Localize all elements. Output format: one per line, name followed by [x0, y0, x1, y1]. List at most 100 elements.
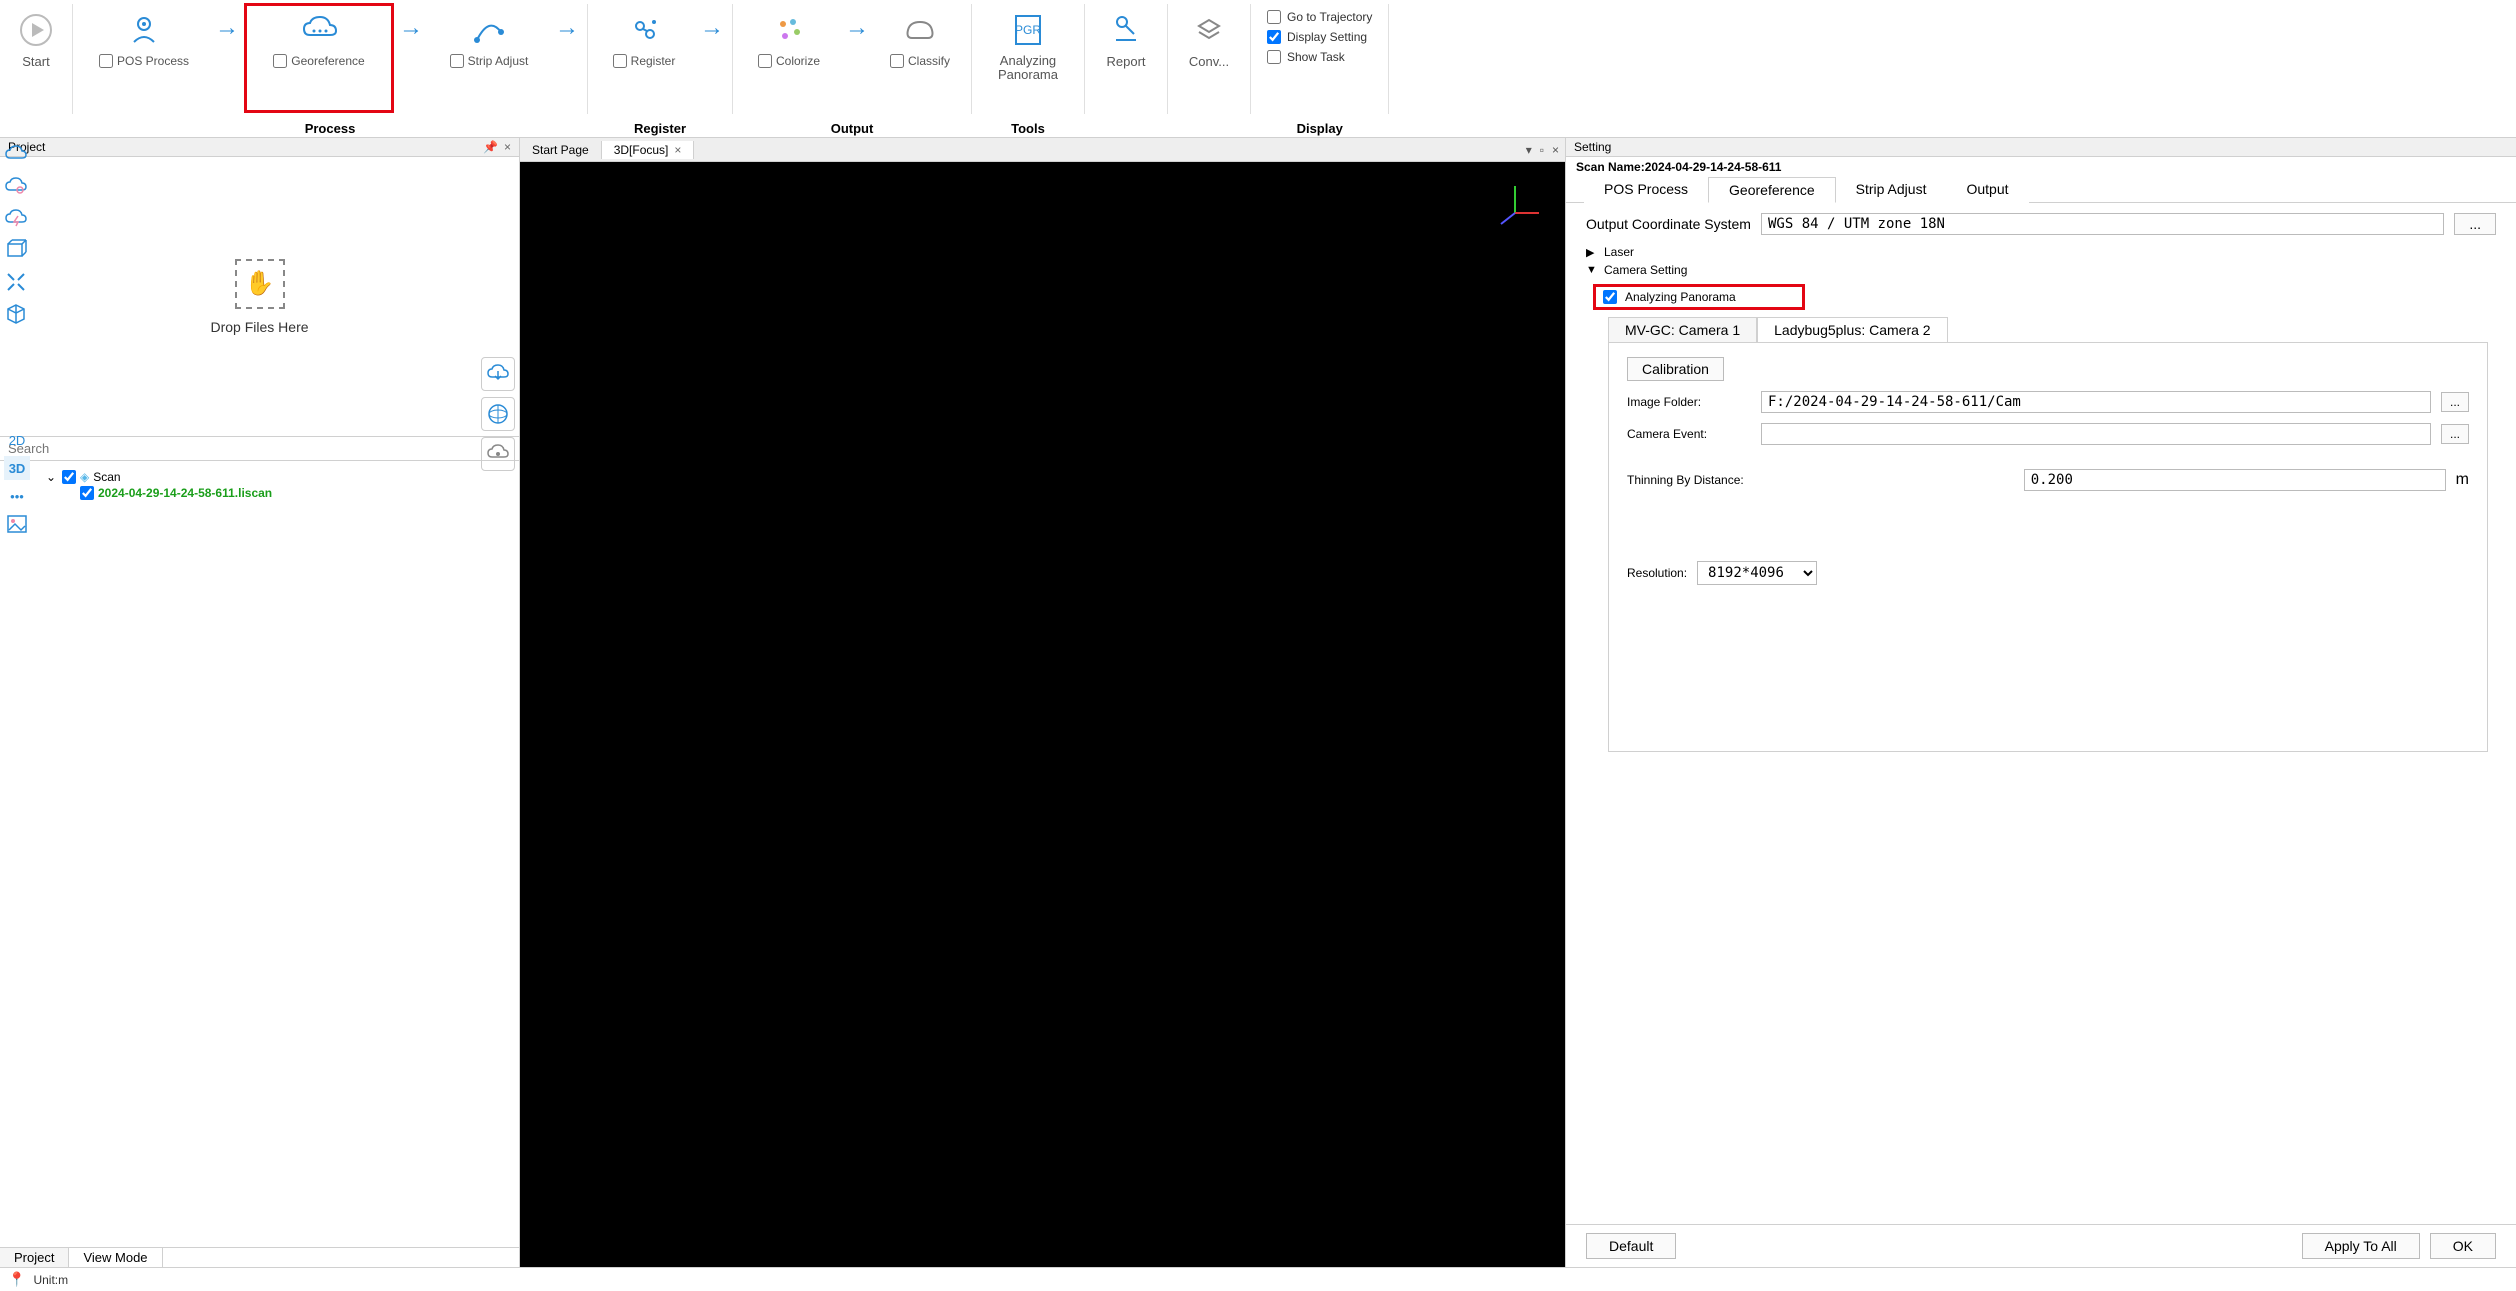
calibration-button[interactable]: Calibration	[1627, 357, 1724, 381]
resolution-select[interactable]: 8192*4096	[1697, 561, 1817, 585]
tab-georeference[interactable]: Georeference	[1708, 177, 1836, 203]
laser-toggle[interactable]: ▶Laser	[1586, 245, 2496, 259]
go-to-trajectory-option[interactable]: Go to Trajectory	[1267, 10, 1372, 24]
ocs-browse-button[interactable]: ...	[2454, 213, 2496, 235]
settings-body: Output Coordinate System ... ▶Laser ▼Cam…	[1566, 203, 2516, 1224]
curve-adjust-icon	[469, 10, 509, 50]
close-icon[interactable]: ×	[504, 140, 511, 154]
thinning-input[interactable]	[2024, 469, 2446, 491]
camera-event-input[interactable]	[1761, 423, 2431, 445]
nav-dots-icon[interactable]: •••	[4, 484, 30, 508]
default-button[interactable]: Default	[1586, 1233, 1676, 1259]
close-tab-icon[interactable]: ×	[674, 143, 681, 157]
georeference-checkbox[interactable]	[273, 54, 287, 68]
group-label-register: Register	[634, 118, 686, 138]
image-folder-label: Image Folder:	[1627, 395, 1751, 409]
arrow-icon: →	[397, 4, 425, 42]
tab-strip-adjust[interactable]: Strip Adjust	[1836, 177, 1947, 203]
cloud-down-icon[interactable]	[481, 357, 515, 391]
register-button[interactable]: Register	[594, 4, 694, 68]
strip-adjust-button[interactable]: Strip Adjust	[429, 4, 549, 68]
colorize-checkbox[interactable]	[758, 54, 772, 68]
register-checkbox[interactable]	[613, 54, 627, 68]
strip-adjust-checkbox[interactable]	[450, 54, 464, 68]
camera-setting-toggle[interactable]: ▼Camera Setting	[1586, 263, 2496, 277]
axis-gizmo	[1495, 178, 1545, 228]
left-nav-strip: 2D 3D •••	[2, 428, 32, 536]
analyzing-panorama-label: Analyzing Panorama	[1625, 290, 1736, 304]
scan-root-label: Scan	[93, 470, 120, 484]
drop-area[interactable]: ✋ Drop Files Here	[0, 157, 519, 437]
ribbon-group-display: Go to Trajectory Display Setting Show Ta…	[1251, 0, 1388, 138]
display-setting-checkbox[interactable]	[1267, 30, 1281, 44]
pin-icon[interactable]: 📌	[483, 140, 498, 154]
show-task-checkbox[interactable]	[1267, 50, 1281, 64]
start-button[interactable]: Start	[6, 4, 66, 69]
status-unit: Unit:m	[33, 1273, 68, 1287]
project-panel: Project 📌 × ✋ Drop Files Here 2D 3D	[0, 138, 520, 1267]
pos-process-button[interactable]: POS Process	[79, 4, 209, 68]
viewport: Start Page 3D[Focus]× ▾ ▫ ×	[520, 138, 1566, 1267]
ribbon-group-conv: Conv...	[1168, 0, 1250, 138]
expand-toggle[interactable]: ⌄	[44, 470, 58, 484]
ribbon-group-process: POS Process → Georeference → Strip Adjus…	[73, 0, 587, 138]
start-label: Start	[22, 54, 49, 69]
file-checkbox[interactable]	[80, 486, 94, 500]
tab-3d-focus[interactable]: 3D[Focus]×	[602, 141, 695, 159]
go-to-trajectory-checkbox[interactable]	[1267, 10, 1281, 24]
nav-image-icon[interactable]	[4, 512, 30, 536]
colorize-icon	[769, 10, 809, 50]
tree-row-scan[interactable]: ⌄ ◈ Scan	[44, 469, 511, 485]
ribbon-group-tools: PGR Analyzing Panorama Tools	[972, 0, 1084, 138]
image-folder-input[interactable]	[1761, 391, 2431, 413]
tab-project[interactable]: Project	[0, 1248, 69, 1267]
camera-event-browse[interactable]: ...	[2441, 424, 2469, 444]
ribbon-group-register: Register → Register	[588, 0, 732, 138]
search-input[interactable]	[4, 439, 515, 458]
tab-start-page[interactable]: Start Page	[520, 141, 602, 159]
classify-icon	[900, 10, 940, 50]
cloud-dot-icon[interactable]	[481, 437, 515, 471]
show-task-option[interactable]: Show Task	[1267, 50, 1372, 64]
laser-section: ▶Laser	[1586, 245, 2496, 259]
workspace: Project 📌 × ✋ Drop Files Here 2D 3D	[0, 138, 2516, 1267]
tab-pos-process[interactable]: POS Process	[1584, 177, 1708, 203]
viewport-tabs: Start Page 3D[Focus]× ▾ ▫ ×	[520, 138, 1565, 162]
arrow-icon: →	[698, 4, 726, 42]
classify-button[interactable]: Classify	[875, 4, 965, 68]
classify-checkbox[interactable]	[890, 54, 904, 68]
3d-canvas[interactable]	[520, 162, 1565, 1267]
restore-icon[interactable]: ▫	[1540, 143, 1544, 157]
nav-3d[interactable]: 3D	[4, 456, 30, 480]
arrow-icon: →	[553, 4, 581, 42]
image-folder-browse[interactable]: ...	[2441, 392, 2469, 412]
colorize-button[interactable]: Colorize	[739, 4, 839, 68]
apply-to-all-button[interactable]: Apply To All	[2302, 1233, 2420, 1259]
scan-checkbox[interactable]	[62, 470, 76, 484]
conv-button[interactable]: Conv...	[1174, 4, 1244, 69]
analyzing-panorama-button[interactable]: PGR Analyzing Panorama	[978, 4, 1078, 83]
dropdown-icon[interactable]: ▾	[1526, 143, 1532, 157]
drop-label: Drop Files Here	[210, 319, 308, 335]
tab-view-mode[interactable]: View Mode	[69, 1248, 162, 1267]
pos-process-checkbox[interactable]	[99, 54, 113, 68]
ribbon-group-start: Start	[0, 0, 72, 138]
camera-tab-1[interactable]: MV-GC: Camera 1	[1608, 317, 1757, 342]
georeference-button[interactable]: Georeference	[245, 4, 393, 112]
camera-tab-2[interactable]: Ladybug5plus: Camera 2	[1757, 317, 1947, 342]
ribbon-group-report: Report	[1085, 0, 1167, 138]
ocs-input[interactable]	[1761, 213, 2444, 235]
globe-icon[interactable]	[481, 397, 515, 431]
analyzing-panorama-row[interactable]: Analyzing Panorama	[1594, 285, 1804, 309]
analyzing-panorama-checkbox[interactable]	[1603, 290, 1617, 304]
nav-2d[interactable]: 2D	[4, 428, 30, 452]
tree-row-file[interactable]: 2024-04-29-14-24-58-611.liscan	[44, 485, 511, 501]
display-setting-option[interactable]: Display Setting	[1267, 30, 1372, 44]
project-panel-title: Project 📌×	[0, 138, 519, 157]
report-button[interactable]: Report	[1091, 4, 1161, 69]
close-view-icon[interactable]: ×	[1552, 143, 1559, 157]
thinning-label: Thinning By Distance:	[1627, 473, 1744, 487]
settings-tabs: POS Process Georeference Strip Adjust Ou…	[1566, 176, 2516, 203]
tab-output[interactable]: Output	[1946, 177, 2028, 203]
ok-button[interactable]: OK	[2430, 1233, 2496, 1259]
